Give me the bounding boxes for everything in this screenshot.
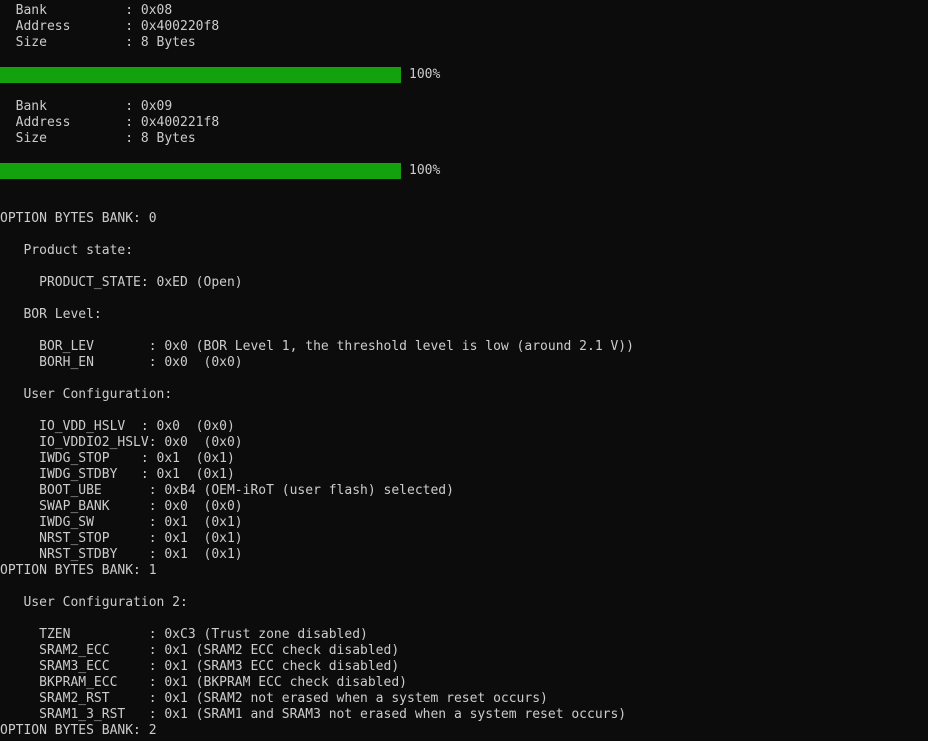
bank-09-bank-line: Bank : 0x09 (0, 99, 173, 114)
user-config-line: BOOT_UBE : 0xB4 (OEM-iRoT (user flash) s… (0, 483, 454, 498)
user-config-line: SWAP_BANK : 0x0 (0x0) (0, 499, 243, 514)
bank-08-progress-fill (0, 67, 401, 83)
user-config-line: NRST_STOP : 0x1 (0x1) (0, 531, 243, 546)
bank-08-progress-bar (0, 67, 401, 83)
bank-08-address-line: Address : 0x400220f8 (0, 19, 220, 34)
bor-level-heading: BOR Level: (0, 307, 102, 322)
user-config2-line: SRAM2_ECC : 0x1 (SRAM2 ECC check disable… (0, 643, 400, 658)
bor-lev-line: BOR_LEV : 0x0 (BOR Level 1, the threshol… (0, 339, 634, 354)
bank-08-bank-line: Bank : 0x08 (0, 3, 173, 18)
user-config2-heading: User Configuration 2: (0, 595, 188, 610)
borh-en-line: BORH_EN : 0x0 (0x0) (0, 355, 243, 370)
ob-bank2-header: OPTION BYTES BANK: 2 (0, 723, 157, 738)
user-config-line: IO_VDDIO2_HSLV: 0x0 (0x0) (0, 435, 243, 450)
bank-09-address-line: Address : 0x400221f8 (0, 115, 220, 130)
bank-09-size-line: Size : 8 Bytes (0, 131, 196, 146)
user-config-line: IWDG_STDBY : 0x1 (0x1) (0, 467, 235, 482)
bank-08-size-line: Size : 8 Bytes (0, 35, 196, 50)
user-config2-line: SRAM2_RST : 0x1 (SRAM2 not erased when a… (0, 691, 548, 706)
user-config-heading: User Configuration: (0, 387, 173, 402)
ob-bank1-header: OPTION BYTES BANK: 1 (0, 563, 157, 578)
user-config2-line: SRAM1_3_RST : 0x1 (SRAM1 and SRAM3 not e… (0, 707, 627, 722)
user-config-line: NRST_STDBY : 0x1 (0x1) (0, 547, 243, 562)
bank-08-progress-label: 100% (409, 67, 441, 82)
user-config-line: IWDG_STOP : 0x1 (0x1) (0, 451, 235, 466)
user-config-line: IO_VDD_HSLV : 0x0 (0x0) (0, 419, 235, 434)
bank-09-progress-fill (0, 163, 401, 179)
product-state-line: PRODUCT_STATE: 0xED (Open) (0, 275, 243, 290)
ob-bank0-header: OPTION BYTES BANK: 0 (0, 211, 157, 226)
user-config2-line: SRAM3_ECC : 0x1 (SRAM3 ECC check disable… (0, 659, 400, 674)
user-config2-line: BKPRAM_ECC : 0x1 (BKPRAM ECC check disab… (0, 675, 407, 690)
bank-09-progress-bar (0, 163, 401, 179)
user-config2-line: TZEN : 0xC3 (Trust zone disabled) (0, 627, 368, 642)
user-config-line: IWDG_SW : 0x1 (0x1) (0, 515, 243, 530)
product-state-heading: Product state: (0, 243, 134, 258)
bank-09-progress-label: 100% (409, 163, 441, 178)
